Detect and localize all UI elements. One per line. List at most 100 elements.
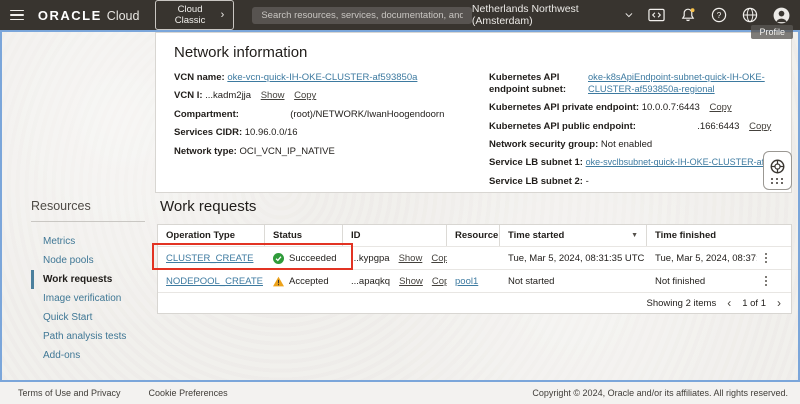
services-cidr-row: Services CIDR: 10.96.0.0/16	[174, 127, 489, 139]
vcn-id-row: VCN I: ...kadm2jja Show Copy	[174, 90, 489, 102]
column-operation-type: Operation Type	[158, 225, 265, 246]
sidebar-title: Resources	[31, 199, 145, 213]
notifications-bell-icon[interactable]	[680, 6, 696, 24]
time-started-value: Not started	[500, 276, 647, 287]
resources-sidebar: Resources Metrics Node pools Work reques…	[31, 199, 145, 365]
time-started-value: Tue, Mar 5, 2024, 08:31:35 UTC	[500, 253, 647, 264]
content-viewport: Resources Metrics Node pools Work reques…	[0, 30, 800, 382]
network-security-group-row: Network security group: Not enabled	[489, 139, 773, 151]
operation-link[interactable]: CLUSTER_CREATE	[166, 253, 253, 264]
region-selector[interactable]: Netherlands Northwest (Amsterdam)	[472, 3, 633, 27]
top-bar: ORACLE Cloud Cloud Classic › Netherlands…	[0, 0, 800, 30]
id-copy-link[interactable]: Copy	[431, 253, 447, 264]
column-actions	[757, 225, 775, 246]
work-request-id: ...kypgpa	[351, 253, 390, 264]
success-icon	[273, 253, 284, 264]
network-type-row: Network type: OCI_VCN_IP_NATIVE	[174, 146, 489, 158]
redacted-value	[639, 122, 695, 129]
table-header-row: Operation Type Status ID Resource Time s…	[158, 225, 791, 246]
previous-page-icon[interactable]: ‹	[727, 297, 731, 309]
pagination-summary: Showing 2 items	[647, 298, 717, 309]
public-endpoint-value: .166:6443	[697, 121, 739, 132]
vcn-id-copy-link[interactable]: Copy	[294, 90, 316, 101]
oci-console: ORACLE Cloud Cloud Classic › Netherlands…	[0, 0, 800, 404]
private-endpoint-value: 10.0.0.7:6443	[642, 102, 700, 113]
column-id: ID	[343, 225, 447, 246]
sidebar-item-metrics[interactable]: Metrics	[31, 232, 145, 251]
chevron-down-icon	[625, 12, 633, 18]
table-row-cluster-create: CLUSTER_CREATE Succeeded ...kypgpa Show …	[158, 246, 791, 269]
next-page-icon[interactable]: ›	[777, 297, 781, 309]
oracle-wordmark: ORACLE	[38, 8, 102, 23]
column-time-started[interactable]: Time started ▼	[500, 225, 647, 246]
sort-descending-icon: ▼	[631, 232, 638, 239]
network-type-value: OCI_VCN_IP_NATIVE	[239, 146, 334, 157]
copyright-notice: Copyright © 2024, Oracle and/or its affi…	[532, 388, 788, 398]
table-pagination: Showing 2 items ‹ 1 of 1 ›	[158, 292, 791, 313]
operation-link[interactable]: NODEPOOL_CREATE	[166, 276, 263, 287]
compartment-row: Compartment: (root)/NETWORK/IwanHoogendo…	[174, 109, 489, 121]
region-label: Netherlands Northwest (Amsterdam)	[472, 3, 619, 27]
private-endpoint-copy-link[interactable]: Copy	[709, 102, 731, 113]
row-actions-menu-icon[interactable]	[757, 253, 775, 263]
support-widget[interactable]	[763, 151, 792, 190]
cookie-preferences-link[interactable]: Cookie Preferences	[149, 388, 228, 398]
work-requests-title: Work requests	[160, 198, 256, 215]
service-lb-subnet-1-row: Service LB subnet 1: oke-svclbsubnet-qui…	[489, 157, 773, 169]
sidebar-item-work-requests[interactable]: Work requests	[31, 270, 145, 289]
vcn-id-value: ...kadm2jja	[205, 90, 251, 101]
service-lb-subnet-1-link[interactable]: oke-svclbsubnet-quick-IH-OKE-CLUSTER-af5…	[586, 157, 792, 167]
network-info-left-column: VCN name: oke-vcn-quick-IH-OKE-CLUSTER-a…	[174, 72, 489, 193]
id-show-link[interactable]: Show	[399, 253, 423, 264]
column-time-finished: Time finished	[647, 225, 757, 246]
search-input[interactable]	[252, 7, 472, 24]
sidebar-item-image-verification[interactable]: Image verification	[31, 289, 145, 308]
k8s-api-endpoint-subnet-link[interactable]: oke-k8sApiEndpoint-subnet-quick-IH-OKE-C…	[588, 72, 773, 96]
help-icon[interactable]: ?	[711, 6, 727, 24]
work-request-id: ...apaqkq	[351, 276, 390, 287]
public-endpoint-copy-link[interactable]: Copy	[749, 121, 771, 132]
work-requests-table: Operation Type Status ID Resource Time s…	[157, 224, 792, 314]
language-globe-icon[interactable]	[742, 6, 758, 24]
nsg-value: Not enabled	[601, 139, 652, 150]
row-actions-menu-icon[interactable]	[757, 276, 775, 286]
sidebar-item-node-pools[interactable]: Node pools	[31, 251, 145, 270]
sidebar-item-add-ons[interactable]: Add-ons	[31, 346, 145, 365]
table-row-nodepool-create: NODEPOOL_CREATE Accepted ...apaqkq Show …	[158, 269, 791, 292]
id-show-link[interactable]: Show	[399, 276, 423, 287]
profile-avatar[interactable]	[773, 6, 790, 24]
svg-text:?: ?	[717, 10, 722, 20]
cloud-classic-button[interactable]: Cloud Classic ›	[155, 0, 234, 30]
oracle-cloud-logo[interactable]: ORACLE Cloud	[38, 8, 140, 23]
hamburger-menu-icon[interactable]	[10, 10, 24, 21]
footer: Terms of Use and Privacy Cookie Preferen…	[0, 382, 800, 404]
network-information-card: Network information VCN name: oke-vcn-qu…	[155, 32, 792, 193]
id-copy-link[interactable]: Copy	[432, 276, 447, 287]
column-status: Status	[265, 225, 343, 246]
network-information-title: Network information	[174, 44, 773, 61]
cloud-shell-icon[interactable]	[648, 6, 665, 24]
service-lb-subnet-2-value: -	[586, 176, 589, 187]
redacted-value	[242, 110, 288, 117]
pagination-page-indicator: 1 of 1	[742, 298, 766, 309]
status-label: Accepted	[289, 276, 329, 287]
time-finished-value: Tue, Mar 5, 2024, 08:37:39 UTC	[647, 253, 757, 264]
status-label: Succeeded	[289, 253, 337, 264]
service-lb-subnet-2-row: Service LB subnet 2: -	[489, 176, 773, 188]
vcn-name-link[interactable]: oke-vcn-quick-IH-OKE-CLUSTER-af593850a	[227, 72, 417, 83]
sidebar-item-path-analysis-tests[interactable]: Path analysis tests	[31, 327, 145, 346]
k8s-api-endpoint-subnet-row: Kubernetes API endpoint subnet: oke-k8sA…	[489, 72, 773, 96]
terms-of-use-link[interactable]: Terms of Use and Privacy	[18, 388, 121, 398]
sidebar-item-quick-start[interactable]: Quick Start	[31, 308, 145, 327]
cloud-wordmark: Cloud	[107, 9, 140, 23]
compartment-value: (root)/NETWORK/IwanHoogendoorn	[290, 109, 444, 120]
resource-link[interactable]: pool1	[455, 276, 478, 287]
vcn-id-show-link[interactable]: Show	[261, 90, 285, 101]
column-resource: Resource	[447, 225, 500, 246]
profile-tooltip: Profile	[751, 25, 793, 39]
warning-icon	[273, 276, 284, 287]
time-finished-value: Not finished	[647, 276, 757, 287]
vcn-name-row: VCN name: oke-vcn-quick-IH-OKE-CLUSTER-a…	[174, 72, 489, 84]
sidebar-divider	[31, 221, 145, 222]
cloud-classic-label: Cloud Classic	[165, 4, 214, 26]
